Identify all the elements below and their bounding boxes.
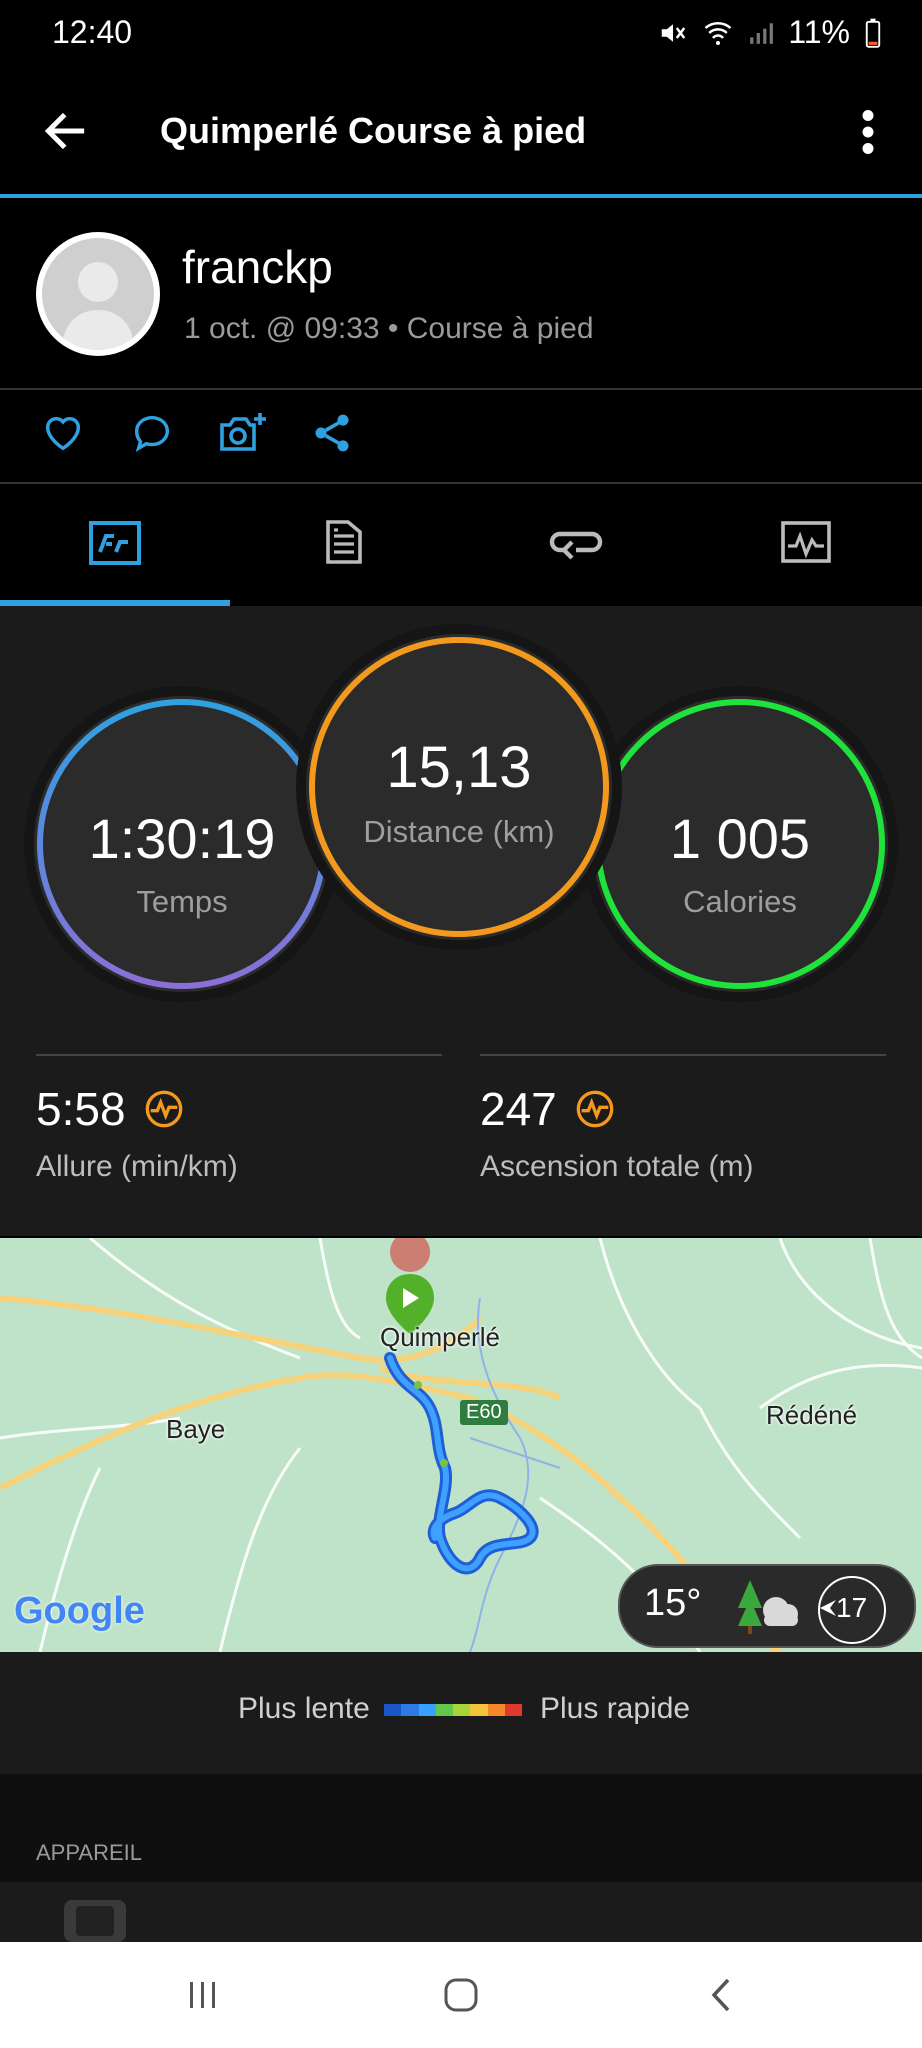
pace-value: 5:58 [36, 1083, 126, 1135]
activity-meta: 1 oct. @ 09:33 • Course à pied [184, 312, 594, 345]
signal-icon [750, 22, 774, 44]
time-label: Temps [136, 884, 228, 919]
mute-icon [662, 23, 686, 42]
map-label-quimperle: Quimperlé [380, 1322, 500, 1352]
distance-label: Distance (km) [363, 814, 555, 849]
home-icon[interactable] [442, 1976, 480, 2014]
system-back-icon[interactable] [706, 1976, 736, 2014]
like-heart-icon[interactable] [40, 410, 86, 456]
status-time: 12:40 [52, 14, 133, 50]
app-header: Quimperlé Course à pied [0, 66, 922, 194]
battery-icon [865, 18, 881, 48]
watch-icon [64, 1900, 126, 1942]
legend-slow: Plus lente [238, 1692, 370, 1725]
avatar[interactable] [36, 232, 160, 356]
avatar-silhouette-icon [62, 262, 134, 350]
map-label-redene: Rédéné [766, 1400, 858, 1430]
ascent-label: Ascension totale (m) [480, 1150, 754, 1183]
divider [480, 1054, 886, 1056]
divider [36, 1054, 442, 1056]
tab-overview-icon[interactable] [88, 520, 142, 566]
weather-temp: 15° [644, 1582, 702, 1624]
map-label-baye: Baye [166, 1414, 226, 1444]
status-bar: 12:40 11% [0, 0, 922, 66]
activity-tabs [0, 484, 922, 604]
back-arrow-icon[interactable] [40, 106, 90, 156]
tab-charts-icon[interactable] [780, 520, 832, 564]
tab-details-icon[interactable] [324, 514, 364, 566]
pace-row: 5:58 [36, 1082, 184, 1136]
device-row[interactable] [0, 1882, 922, 1942]
ascent-row: 247 [480, 1082, 615, 1136]
wind-arrow-icon [820, 1600, 836, 1616]
weather-pill[interactable]: 15° 17 [618, 1564, 916, 1648]
route-map[interactable]: Quimperlé Baye Rédéné E60 Google 15° 17 [0, 1238, 922, 1652]
calories-label: Calories [683, 884, 797, 919]
calories-stat-circle: 1 005 Calories [592, 696, 888, 992]
wind-icon: 17 [818, 1576, 886, 1644]
weather-cloud-icon [738, 1580, 798, 1634]
share-icon[interactable] [310, 410, 354, 456]
google-logo: Google [14, 1590, 145, 1632]
add-photo-icon[interactable] [216, 408, 268, 458]
more-options-icon[interactable] [858, 110, 878, 154]
ascent-activity-icon[interactable] [575, 1089, 615, 1129]
distance-stat-circle: 15,13 Distance (km) [306, 634, 612, 940]
username[interactable]: franckp [182, 240, 333, 294]
pace-label: Allure (min/km) [36, 1150, 238, 1183]
recent-apps-icon[interactable] [186, 1978, 220, 2012]
time-value: 1:30:19 [88, 807, 276, 870]
tab-laps-icon[interactable] [548, 520, 604, 562]
map-road-shield: E60 [460, 1400, 508, 1425]
pace-activity-icon[interactable] [144, 1089, 184, 1129]
pace-legend: Plus lente Plus rapide [0, 1652, 922, 1774]
page-title: Quimperlé Course à pied [160, 110, 587, 151]
ascent-value: 247 [480, 1083, 557, 1135]
system-navigation-bar [0, 1942, 922, 2048]
time-stat-circle: 1:30:19 Temps [34, 696, 330, 992]
device-section-header: APPAREIL [0, 1774, 922, 1882]
battery-text: 11% [788, 14, 850, 50]
wind-speed: 17 [836, 1592, 868, 1623]
action-bar [0, 390, 922, 482]
wifi-icon [704, 21, 732, 45]
device-section-title: APPAREIL [36, 1840, 142, 1865]
legend-fast: Plus rapide [540, 1692, 691, 1725]
status-icons: 11% [658, 14, 882, 51]
stats-panel: 1:30:19 Temps 1 005 Calories 15,13 Dista… [0, 606, 922, 1236]
comment-icon[interactable] [128, 410, 176, 456]
calories-value: 1 005 [669, 807, 811, 870]
distance-value: 15,13 [386, 735, 532, 800]
legend-gradient [384, 1704, 522, 1716]
